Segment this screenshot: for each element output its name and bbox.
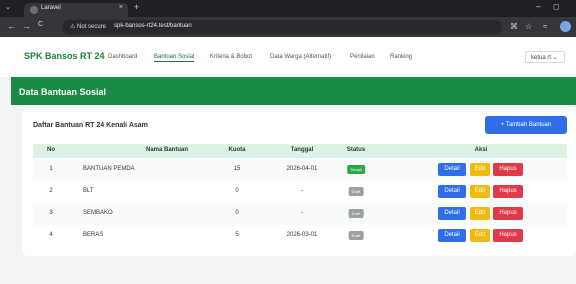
status-badge: Draft xyxy=(348,209,364,218)
cell-kuota: 0 xyxy=(235,188,239,194)
edit-button[interactable]: Edit xyxy=(470,163,490,176)
restore-icon[interactable]: ◻ xyxy=(553,2,560,11)
column-header-status: Status xyxy=(346,147,366,153)
nav-ranking[interactable]: Ranking xyxy=(390,54,412,60)
cell-no: 3 xyxy=(49,210,53,216)
column-header-tanggal: Tanggal xyxy=(290,147,314,153)
cell-nama: BLT xyxy=(83,188,94,194)
cell-tanggal: - xyxy=(301,188,303,194)
delete-button[interactable]: Hapus xyxy=(493,185,523,198)
new-tab-icon[interactable]: + xyxy=(134,2,139,12)
back-icon[interactable]: ← xyxy=(7,21,16,31)
tab-title: Laravel xyxy=(41,5,61,11)
cell-tanggal: - xyxy=(301,210,303,216)
nav-bantuan-sosial[interactable]: Bantuan Sosial xyxy=(154,54,195,62)
status-badge: Draft xyxy=(348,187,364,196)
address-bar[interactable]: ⚠ Not secure spk-bansos-rt24.test/bantua… xyxy=(62,20,502,34)
page-title: Data Bantuan Sosial xyxy=(19,87,107,97)
brand-logo-text[interactable]: SPK Bansos RT 24 xyxy=(24,51,105,61)
not-secure-indicator[interactable]: ⚠ Not secure xyxy=(70,23,106,30)
cell-nama: SEMBAKO xyxy=(83,210,113,216)
detail-button[interactable]: Detail xyxy=(438,207,466,220)
cell-nama: BERAS xyxy=(83,232,104,238)
nav-data-warga[interactable]: Data Warga (Alternatif) xyxy=(270,54,331,60)
table-row: 3 SEMBAKO 0 - Draft Detail Edit Hapus xyxy=(33,203,567,225)
app-navbar: SPK Bansos RT 24 Dashboard Bantuan Sosia… xyxy=(0,37,576,77)
user-dropdown[interactable]: ketua rt ⌄ xyxy=(525,51,565,63)
page-header: Data Bantuan Sosial xyxy=(11,77,576,105)
table-row: 4 BERAS 5 2026-03-01 Draft Detail Edit H… xyxy=(33,225,567,247)
edit-button[interactable]: Edit xyxy=(470,185,490,198)
cell-kuota: 0 xyxy=(235,210,239,216)
browser-tab[interactable]: Laravel × xyxy=(24,3,128,17)
browser-toolbar: ← → C ⚠ Not secure spk-bansos-rt24.test/… xyxy=(0,17,576,37)
translate-icon[interactable]: ⌘ xyxy=(510,22,518,31)
cell-tanggal: 2026-04-01 xyxy=(286,166,318,172)
edit-button[interactable]: Edit xyxy=(470,229,490,242)
detail-button[interactable]: Detail xyxy=(438,163,466,176)
detail-button[interactable]: Detail xyxy=(438,229,466,242)
browser-tab-bar: ⌄ Laravel × + – ◻ xyxy=(0,0,576,17)
status-badge: Draft xyxy=(348,231,364,240)
favicon-icon xyxy=(30,6,38,14)
tab-search-icon[interactable]: ⌄ xyxy=(5,3,11,11)
reload-icon[interactable]: C xyxy=(38,21,43,28)
cell-kuota: 5 xyxy=(235,232,239,238)
cell-no: 1 xyxy=(49,166,53,172)
column-header-aksi: Aksi xyxy=(474,147,488,153)
delete-button[interactable]: Hapus xyxy=(493,229,523,242)
edit-button[interactable]: Edit xyxy=(470,207,490,220)
table-row: 1 BANTUAN PEMDA 15 2026-04-01 Tampil Det… xyxy=(33,159,567,181)
forward-icon[interactable]: → xyxy=(22,21,31,31)
profile-avatar[interactable] xyxy=(560,21,571,32)
column-header-kuota: Kuota xyxy=(228,147,246,153)
cell-nama: BANTUAN PEMDA xyxy=(83,166,135,172)
column-header-no: No xyxy=(47,147,55,153)
url-text[interactable]: spk-bansos-rt24.test/bantuan xyxy=(114,23,192,29)
column-header-nama: Nama Bantuan xyxy=(145,147,189,153)
extensions-icon[interactable]: ≈ xyxy=(543,22,547,31)
delete-button[interactable]: Hapus xyxy=(493,207,523,220)
table-row: 2 BLT 0 - Draft Detail Edit Hapus xyxy=(33,181,567,203)
nav-penilaian[interactable]: Penilaian xyxy=(350,54,375,60)
bantuan-card: Daftar Bantuan RT 24 Kenali Asam + Tamba… xyxy=(22,108,576,256)
status-badge: Tampil xyxy=(347,165,365,174)
add-bantuan-button[interactable]: + Tambah Bantuan xyxy=(485,116,567,134)
card-title: Daftar Bantuan RT 24 Kenali Asam xyxy=(33,122,148,129)
close-tab-icon[interactable]: × xyxy=(119,4,123,11)
minimize-icon[interactable]: – xyxy=(536,2,540,11)
delete-button[interactable]: Hapus xyxy=(493,163,523,176)
cell-kuota: 15 xyxy=(233,166,241,172)
cell-no: 2 xyxy=(49,188,53,194)
table-header: No Nama Bantuan Kuota Tanggal Status Aks… xyxy=(33,144,567,158)
bookmark-star-icon[interactable]: ☆ xyxy=(525,22,532,31)
detail-button[interactable]: Detail xyxy=(438,185,466,198)
nav-dashboard[interactable]: Dashboard xyxy=(108,54,137,60)
cell-tanggal: 2026-03-01 xyxy=(286,232,318,238)
nav-kriteria-bobot[interactable]: Kriteria & Bobot xyxy=(210,54,252,60)
cell-no: 4 xyxy=(49,232,53,238)
